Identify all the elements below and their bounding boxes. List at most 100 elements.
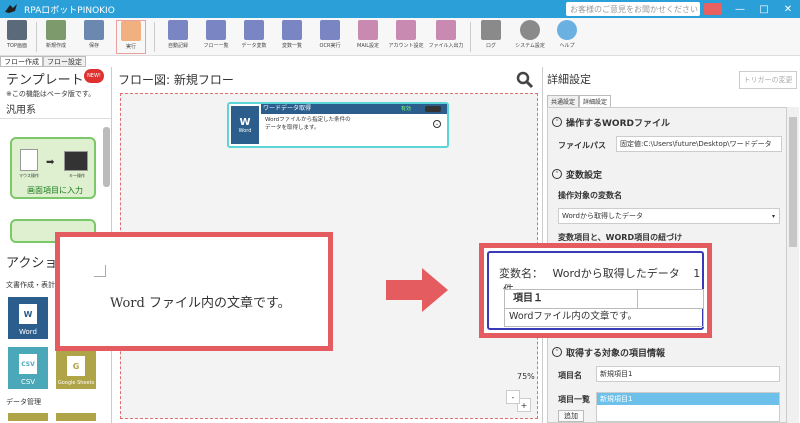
flow-node-word-data[interactable]: W Word ワードデータ取得 有効 Wordファイルから指定した条件の データを… (227, 102, 449, 148)
collapse-icon: ⌃ (552, 347, 562, 357)
scrollbar-thumb[interactable] (789, 117, 797, 247)
table-header: 項目１ (504, 289, 704, 309)
home-icon (7, 20, 27, 40)
item-name-label: 項目名 (558, 371, 582, 380)
var-name-value: Wordから取得したデータ (562, 212, 643, 220)
var-name-select[interactable]: Wordから取得したデータ ▾ (558, 208, 780, 224)
file-io-icon (436, 20, 456, 40)
minimize-button[interactable]: — (728, 0, 752, 18)
ribbon-label: システム設定 (515, 43, 545, 49)
variable-result-box: 変数名： Wordから取得したデータ 1 件 項目１ Wordファイル内の文章で… (487, 251, 704, 330)
item-list-row[interactable]: 新規項目1 (597, 393, 779, 405)
chevron-down-icon[interactable]: ⌄ (433, 120, 441, 128)
page-corner-mark (94, 265, 106, 277)
item-name-field[interactable]: 新規項目1 (596, 366, 780, 382)
auto-record-button[interactable]: 自動記録 (162, 20, 194, 54)
record-icon (168, 20, 188, 40)
beta-note: ※この機能はベータ版です。 (6, 90, 96, 98)
table-row: Wordファイル内の文章です。 (504, 309, 704, 327)
data-management-label: データ管理 (6, 398, 41, 406)
section-title: 操作するWORDファイル (566, 118, 670, 129)
help-button[interactable]: ヘルプ (552, 20, 582, 54)
ribbon-label: ログ (485, 43, 496, 49)
data-variable-button[interactable]: データ変数 (238, 20, 270, 54)
left-scrollbar[interactable] (103, 127, 110, 187)
tile-label: Word (19, 328, 37, 336)
change-trigger-button[interactable]: トリガーの変更 (739, 71, 797, 89)
tile-label: Google Sheets (57, 380, 95, 386)
log-icon (481, 20, 501, 40)
word-icon: W Word (231, 106, 259, 144)
add-item-button[interactable]: 追加 (558, 410, 584, 422)
template-heading: テンプレート NEW! (0, 67, 111, 89)
ribbon-label: 自動記録 (167, 43, 188, 49)
log-button[interactable]: ログ (478, 20, 504, 54)
maximize-button[interactable]: □ (752, 0, 776, 18)
template-card-screen-input[interactable]: マウス操作 ➡ キー操作 画面項目に入力 (10, 137, 96, 199)
tile-label: CSV (20, 378, 36, 386)
run-button[interactable]: 実行 (116, 20, 146, 54)
help-icon (557, 20, 577, 40)
zoom-out-button[interactable]: - (506, 390, 520, 404)
ribbon-label: 新規作成 (45, 43, 66, 49)
close-button[interactable]: ✕ (776, 0, 800, 18)
action-tile[interactable] (8, 413, 48, 421)
database-icon (244, 20, 264, 40)
variable-list-button[interactable]: 変数一覧 (276, 20, 308, 54)
account-settings-button[interactable]: アカウント設定 (386, 20, 426, 54)
new-file-icon (46, 20, 66, 40)
ribbon-label: TOP画面 (6, 43, 27, 49)
node-enable-toggle[interactable] (425, 106, 441, 112)
word-action-tile[interactable]: W Word (8, 297, 48, 339)
collapse-icon: ⌃ (552, 117, 562, 127)
dropdown-icon: ▾ (771, 212, 775, 220)
item-list[interactable]: 新規項目1 (596, 392, 780, 422)
top-screen-button[interactable]: TOP画面 (4, 20, 30, 54)
google-sheets-action-tile[interactable]: G Google Sheets (56, 347, 96, 389)
category-label: 汎用系 (0, 99, 111, 119)
mail-settings-button[interactable]: MAIL設定 (352, 20, 384, 54)
divider (470, 22, 471, 52)
mail-icon (358, 20, 378, 40)
system-settings-button[interactable]: システム設定 (512, 20, 548, 54)
var-name: Wordから取得したデータ (552, 267, 680, 280)
ribbon-label: フロー一覧 (203, 43, 229, 49)
section-word-file[interactable]: ⌃ 操作するWORDファイル (552, 114, 784, 130)
node-title: ワードデータ取得 (261, 104, 447, 114)
collapse-icon: ⌃ (552, 169, 562, 179)
node-icon-label: Word (238, 127, 252, 134)
tab-flow-create[interactable]: フロー作成 (0, 56, 43, 67)
template-card-label: 画面項目に入力 (27, 186, 83, 195)
file-io-button[interactable]: ファイル入出力 (426, 20, 466, 54)
arrow-right-icon (386, 268, 448, 312)
variable-result-callout: 変数名： Wordから取得したデータ 1 件 項目１ Wordファイル内の文章で… (479, 243, 712, 338)
new-button[interactable]: 新規作成 (42, 20, 70, 54)
node-description: Wordファイルから指定した条件の データを取得します。 (265, 117, 351, 131)
template-title: テンプレート (6, 73, 84, 88)
document-text: Word ファイル内の文章です。 (110, 296, 291, 311)
save-button[interactable]: 保存 (80, 20, 108, 54)
details-title: 詳細設定 (547, 73, 591, 86)
window-title: RPAロボットPINOKIO (24, 5, 115, 16)
file-path-label: ファイルパス (558, 141, 606, 150)
csv-action-tile[interactable]: CSV CSV (8, 347, 48, 389)
variables-icon (282, 20, 302, 40)
search-icon[interactable] (516, 71, 534, 89)
section-target-items[interactable]: ⌃ 取得する対象の項目情報 (552, 344, 784, 360)
google-sheets-icon: G (67, 356, 85, 376)
feedback-link[interactable]: お客様のご意見をお聞かせください (566, 2, 700, 16)
ocr-icon (320, 20, 340, 40)
var-label: 変数名： (499, 267, 543, 280)
word-icon: W (19, 304, 37, 324)
tab-flow-settings[interactable]: フロー設定 (43, 56, 86, 67)
file-path-field[interactable]: 固定値:C:\Users\future\Desktop\ワードデータ (616, 136, 782, 152)
right-scrollbar[interactable] (787, 107, 799, 423)
ocr-button[interactable]: OCR実行 (314, 20, 346, 54)
mode-tabs: フロー作成 フロー設定 (0, 56, 110, 67)
section-variables[interactable]: ⌃ 変数設定 (552, 166, 784, 182)
feedback-icon[interactable] (704, 3, 722, 15)
ribbon-label: MAIL設定 (357, 43, 379, 49)
action-tile[interactable] (56, 413, 96, 421)
flow-list-button[interactable]: フロー一覧 (200, 20, 232, 54)
divider (637, 290, 638, 308)
